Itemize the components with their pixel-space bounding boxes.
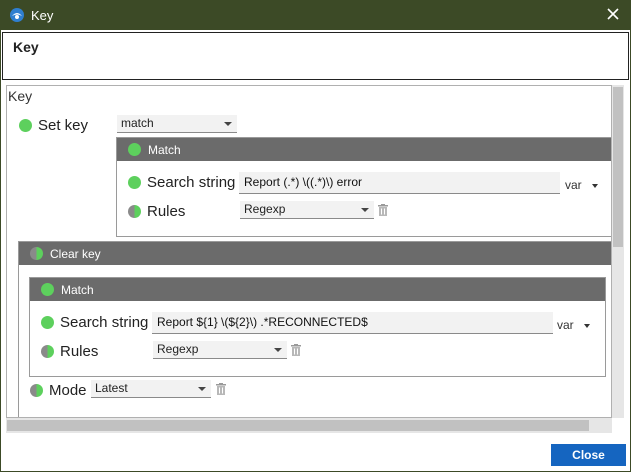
var-dropdown[interactable]: var — [565, 178, 601, 192]
partial-status-dot-icon — [30, 247, 43, 260]
title-bar: Key — [0, 0, 631, 30]
partial-status-dot-icon — [30, 384, 43, 397]
close-button[interactable]: Close — [551, 444, 626, 466]
set-key-label: Set key — [38, 117, 89, 134]
section-label: Key — [8, 88, 33, 104]
window-title: Key — [31, 8, 54, 23]
rules-select-value: Regexp — [157, 342, 199, 356]
match-panel-header: Match — [117, 138, 611, 161]
match-panel-header: Match — [30, 278, 605, 301]
chevron-down-icon — [224, 122, 232, 126]
rules-label: Rules — [147, 203, 186, 220]
horizontal-scrollbar-thumb[interactable] — [7, 420, 589, 431]
var-label: var — [557, 318, 574, 332]
status-dot-icon — [41, 316, 54, 329]
dialog-header: Key — [2, 32, 629, 80]
content-area: Key Set key match Match Search string Re… — [6, 85, 612, 418]
var-dropdown[interactable]: var — [557, 318, 593, 332]
trash-icon[interactable] — [378, 204, 388, 216]
clear-key-panel-title: Clear key — [50, 247, 101, 261]
rules-label: Rules — [60, 343, 99, 360]
mode-select[interactable]: Latest — [91, 380, 211, 398]
set-key-select[interactable]: match — [117, 115, 237, 133]
vertical-scrollbar[interactable] — [612, 85, 624, 418]
trash-icon[interactable] — [216, 383, 226, 395]
match-panel-title: Match — [61, 283, 94, 297]
partial-status-dot-icon — [128, 205, 141, 218]
vertical-scrollbar-thumb[interactable] — [613, 87, 623, 247]
match-panel: Match Search string Report (.*) \((.*)\)… — [116, 137, 611, 237]
search-string-label: Search string — [60, 314, 149, 331]
search-string-input[interactable]: Report (.*) \((.*)\) error — [239, 172, 560, 194]
match-panel: Match Search string Report ${1} \(${2}\)… — [29, 277, 606, 377]
mode-label: Mode — [49, 382, 87, 399]
trash-icon[interactable] — [291, 344, 301, 356]
page-title: Key — [13, 39, 39, 55]
search-string-input[interactable]: Report ${1} \(${2}\) .*RECONNECTED$ — [152, 312, 553, 334]
search-string-label: Search string — [147, 174, 236, 191]
clear-key-panel-header: Clear key — [19, 242, 611, 265]
status-dot-icon — [128, 176, 141, 189]
status-dot-icon — [19, 119, 32, 132]
chevron-down-icon — [274, 348, 282, 352]
close-icon[interactable] — [604, 5, 622, 23]
rules-select[interactable]: Regexp — [240, 201, 374, 219]
chevron-down-icon — [584, 324, 590, 328]
chevron-down-icon — [592, 184, 598, 188]
app-logo-icon — [10, 8, 24, 22]
chevron-down-icon — [361, 208, 369, 212]
set-key-select-value: match — [121, 116, 154, 130]
var-label: var — [565, 178, 582, 192]
clear-key-panel: Clear key Match Search string Report ${1… — [18, 241, 611, 417]
match-panel-title: Match — [148, 143, 181, 157]
partial-status-dot-icon — [41, 345, 54, 358]
status-dot-icon — [41, 283, 54, 296]
rules-select-value: Regexp — [244, 202, 286, 216]
rules-select[interactable]: Regexp — [153, 341, 287, 359]
status-dot-icon — [128, 143, 141, 156]
mode-select-value: Latest — [95, 381, 128, 395]
horizontal-scrollbar[interactable] — [6, 418, 612, 433]
chevron-down-icon — [198, 387, 206, 391]
